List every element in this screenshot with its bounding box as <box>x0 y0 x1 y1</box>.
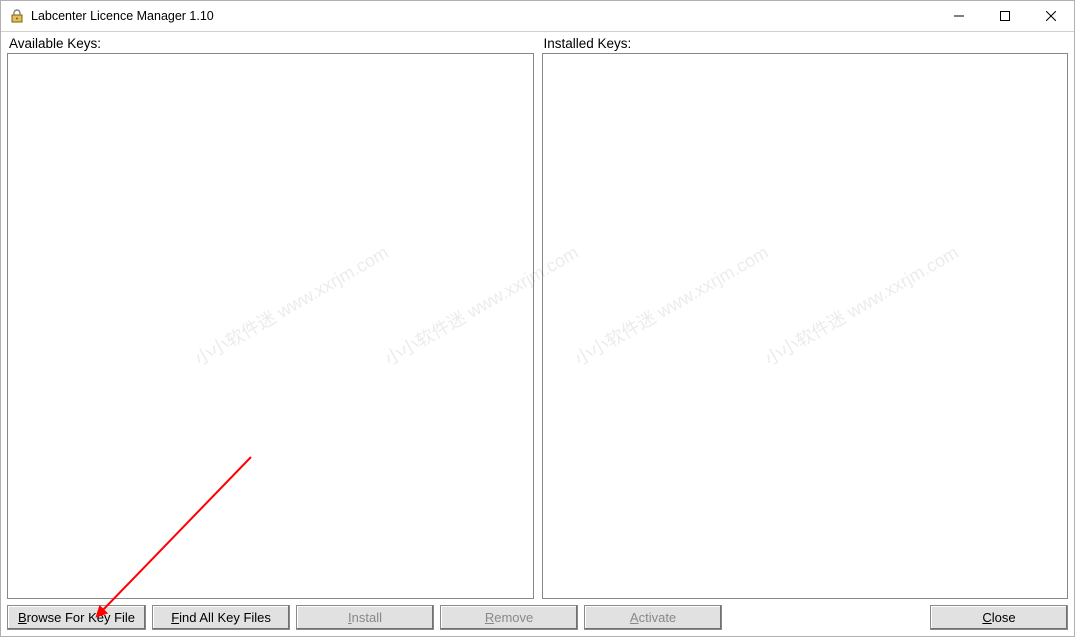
content-area: 小小软件迷 www.xxrjm.com 小小软件迷 www.xxrjm.com … <box>1 32 1074 636</box>
maximize-button[interactable] <box>982 1 1028 31</box>
remove-button[interactable]: Remove <box>440 605 578 630</box>
close-window-button[interactable] <box>1028 1 1074 31</box>
titlebar: Labcenter Licence Manager 1.10 <box>1 1 1074 32</box>
available-keys-label: Available Keys: <box>7 36 534 51</box>
installed-keys-label: Installed Keys: <box>542 36 1069 51</box>
browse-for-key-file-button[interactable]: Browse For Key File <box>7 605 146 630</box>
lock-icon <box>9 8 25 24</box>
available-keys-panel: Available Keys: <box>7 36 534 599</box>
window-controls <box>936 1 1074 31</box>
close-button[interactable]: Close <box>930 605 1068 630</box>
window-title: Labcenter Licence Manager 1.10 <box>31 9 214 23</box>
minimize-button[interactable] <box>936 1 982 31</box>
installed-keys-listbox[interactable] <box>542 53 1069 599</box>
installed-keys-panel: Installed Keys: <box>542 36 1069 599</box>
find-all-key-files-button[interactable]: Find All Key Files <box>152 605 290 630</box>
available-keys-listbox[interactable] <box>7 53 534 599</box>
install-button[interactable]: Install <box>296 605 434 630</box>
panels-row: Available Keys: Installed Keys: <box>7 36 1068 599</box>
activate-button[interactable]: Activate <box>584 605 722 630</box>
button-row: Browse For Key File Find All Key Files I… <box>7 605 1068 630</box>
